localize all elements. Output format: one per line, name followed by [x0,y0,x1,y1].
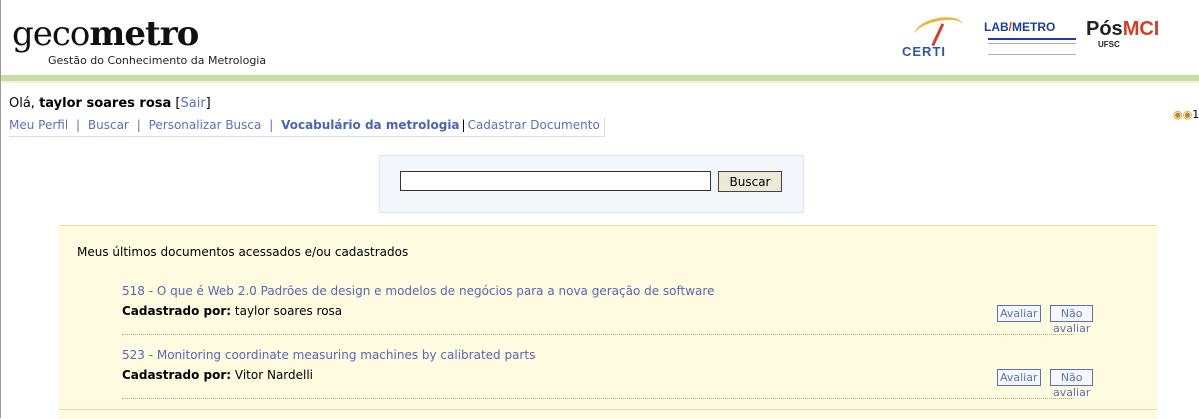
cadastrado-por-label: Cadastrado por: [122,368,232,382]
posmci-mci-text: MCI [1122,18,1160,40]
nav-personalizar-busca[interactable]: Personalizar Busca [149,118,262,132]
document-title-link[interactable]: 518 - O que é Web 2.0 Padrões de design … [122,284,714,298]
certi-logo[interactable]: CERTI [896,13,968,60]
avaliar-button[interactable]: Avaliar [997,369,1041,386]
nav-buscar[interactable]: Buscar [88,118,129,132]
sair-bracket-close: ] [205,96,211,111]
header: gecometro Gestão do Conhecimento da Metr… [1,0,1199,80]
nav-separator: | [269,118,274,132]
user-greeting: Olá, taylor soares rosa [Sair] [9,96,211,111]
logo-light-text: geco [12,14,90,54]
panel-bottom-border [59,409,1157,410]
posmci-pos-text: Pós [1086,18,1123,40]
binocular-counter[interactable]: ◉◉1 [1173,108,1199,121]
search-button[interactable]: Buscar [718,171,782,192]
document-author: Vitor Nardelli [234,368,314,382]
logout-link[interactable]: Sair [180,96,205,111]
recent-documents-panel: Meus últimos documentos acessados e/ou c… [59,225,1157,419]
document-item: 523 - Monitoring coordinate measuring ma… [122,346,1094,399]
gecometro-logo[interactable]: gecometro [12,14,199,54]
nav-separator: | [461,118,466,132]
header-divider-light [1,81,1199,83]
logo-bold-text: metro [89,14,199,54]
labmetro-logo[interactable]: LAB/METRO [984,20,1080,62]
nav-cadastrar-documento[interactable]: Cadastrar Documento [468,118,600,132]
nav-separator: | [136,118,141,132]
user-name: taylor soares rosa [39,96,172,111]
posmci-ufsc-text: UFSC [1098,40,1120,49]
avaliar-button[interactable]: Avaliar [997,305,1041,322]
nav-vocabulario[interactable]: Vocabulário da metrologia [281,118,459,132]
cadastrado-por-label: Cadastrado por: [122,304,232,318]
binoculars-icon: ◉◉ [1173,108,1193,121]
partner-logos: CERTI LAB/METRO PósMCI UFSC [886,13,1166,66]
labmetro-lab-text: LAB [984,20,1009,34]
posmci-logo-text: PósMCI [1086,18,1159,41]
document-author: taylor soares rosa [234,304,343,318]
document-title-link[interactable]: 523 - Monitoring coordinate measuring ma… [122,348,535,362]
recent-documents-title: Meus últimos documentos acessados e/ou c… [77,245,409,259]
posmci-logo[interactable]: PósMCI UFSC [1086,18,1159,58]
greeting-text: Olá, [9,96,35,111]
nav-meu-perfil[interactable]: Meu Perfil [9,118,68,132]
labmetro-subtext-lines [988,43,1076,55]
nao-avaliar-button[interactable]: Não avaliar [1050,305,1094,335]
document-meta: Cadastrado por: taylor soares rosa [122,304,342,318]
document-meta: Cadastrado por: Vitor Nardelli [122,368,313,382]
nao-avaliar-button[interactable]: Não avaliar [1050,369,1094,399]
labmetro-underline [988,38,1076,40]
document-item: 518 - O que é Web 2.0 Padrões de design … [122,282,1094,335]
labmetro-logo-text: LAB/METRO [984,20,1080,34]
counter-value: 1 [1192,108,1199,121]
search-box: Buscar [379,155,804,213]
labmetro-metro-text: METRO [1012,20,1056,34]
nav-separator: | [76,118,81,132]
certi-logo-text: CERTI [902,44,946,59]
search-input[interactable] [400,171,711,191]
site-tagline: Gestão do Conhecimento da Metrologia [48,54,267,67]
main-nav: Meu Perfil | Buscar | Personalizar Busca… [9,118,605,137]
